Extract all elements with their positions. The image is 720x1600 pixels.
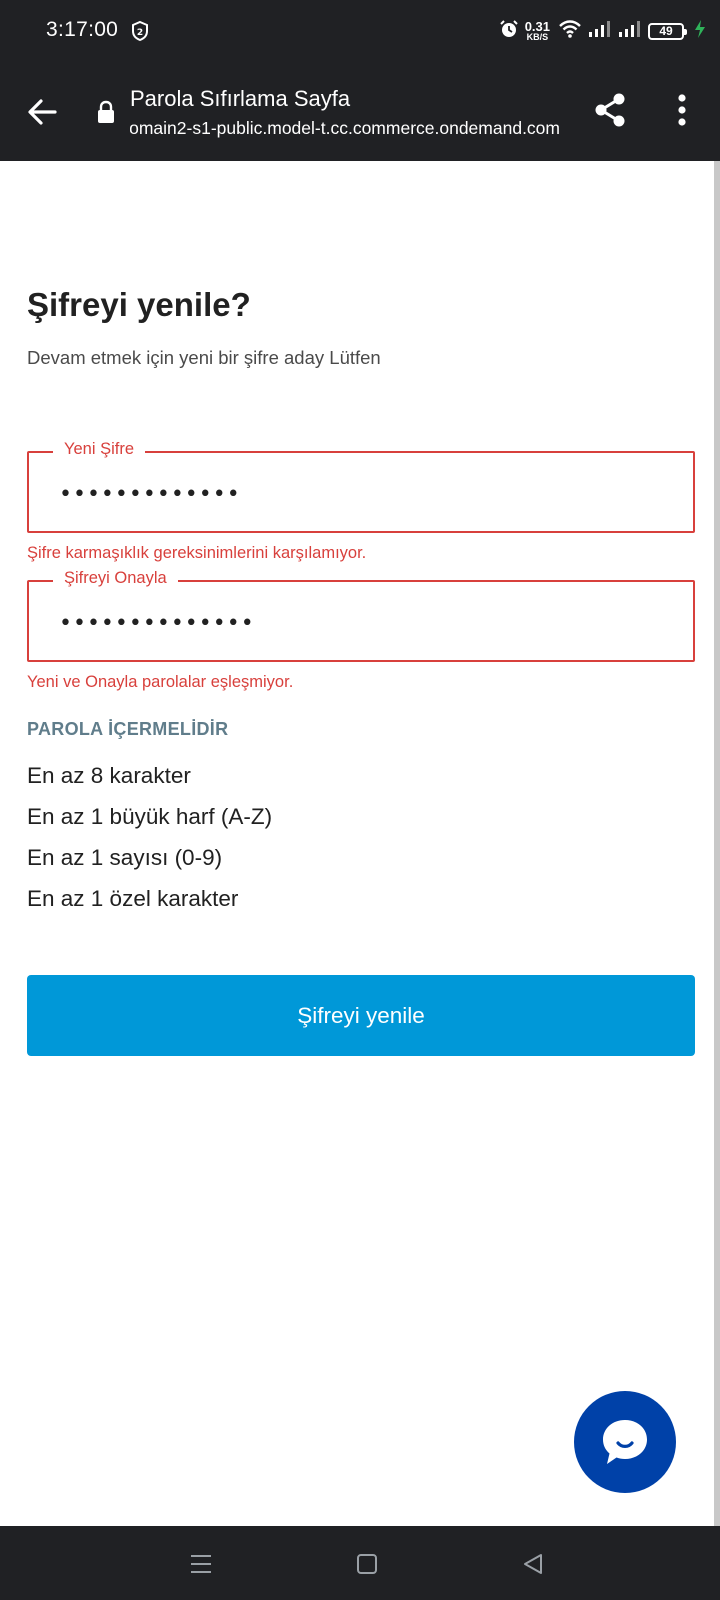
password-rule-item: En az 1 özel karakter: [27, 886, 239, 911]
recent-apps-button[interactable]: [181, 1544, 221, 1584]
menu-icon: [191, 1555, 211, 1573]
back-arrow-icon: [28, 99, 57, 125]
signal-icon: [588, 20, 612, 43]
page-subtitle: Devam etmek için yeni bir şifre aday Lüt…: [27, 347, 381, 368]
back-triangle-icon: [524, 1554, 542, 1574]
share-icon: [595, 93, 625, 127]
confirm-password-field[interactable]: Şifreyi Onayla: [27, 569, 695, 662]
home-square-icon: [357, 1554, 377, 1574]
signal-icon: [618, 20, 642, 43]
password-rule-item: En az 1 sayısı (0-9): [27, 845, 223, 870]
page-scrollbar[interactable]: [714, 161, 720, 1526]
new-password-label: Yeni Şifre: [53, 440, 146, 459]
page-heading: Şifreyi yenile?: [27, 286, 251, 323]
status-time: 3:17:00: [46, 18, 119, 41]
confirm-password-error: Yeni ve Onayla parolalar eşleşmiyor.: [27, 673, 294, 691]
more-vert-icon: [678, 94, 686, 126]
new-password-field[interactable]: Yeni Şifre: [27, 440, 695, 533]
status-icons: 0.31 KB/S 49: [499, 16, 706, 46]
system-nav-bar: [0, 1526, 720, 1600]
back-button[interactable]: [20, 90, 64, 134]
browser-toolbar: Parola Sıfırlama Sayfa ‪domain2-s1-publi…: [0, 62, 720, 161]
new-password-error: Şifre karmaşıklık gereksinimlerini karşı…: [27, 544, 367, 562]
page-title[interactable]: Parola Sıfırlama Sayfa: [130, 86, 350, 112]
password-rules-heading: PAROLA İÇERMELİDİR: [27, 719, 229, 739]
alarm-icon: [499, 19, 519, 44]
confirm-password-input[interactable]: [59, 608, 659, 638]
svg-text:2: 2: [137, 28, 143, 38]
lock-icon: [96, 100, 116, 124]
password-rule-item: En az 8 karakter: [27, 763, 191, 788]
chat-button[interactable]: [574, 1391, 676, 1493]
shield-icon: 2: [130, 20, 150, 42]
password-rule-item: En az 1 büyük harf (A-Z): [27, 804, 273, 829]
more-options-button[interactable]: [660, 88, 704, 132]
reset-password-button[interactable]: Şifreyi yenile: [27, 975, 695, 1056]
system-back-button[interactable]: [513, 1544, 553, 1584]
new-password-input[interactable]: [59, 479, 659, 509]
network-speed: 0.31 KB/S: [525, 20, 550, 42]
wifi-icon: [558, 19, 582, 44]
home-button[interactable]: [347, 1544, 387, 1584]
share-button[interactable]: [588, 88, 632, 132]
network-speed-unit: KB/S: [526, 32, 549, 42]
url-text[interactable]: ‪domain2-s1-public.model-t.cc.commerce.o…: [130, 118, 560, 139]
status-bar: 3:17:00 2 0.31 KB/S 49: [0, 0, 720, 62]
confirm-password-label: Şifreyi Onayla: [53, 569, 178, 588]
battery-icon: 49: [648, 22, 687, 40]
chat-bubble-icon: [603, 1420, 647, 1464]
charging-icon: [694, 19, 706, 44]
